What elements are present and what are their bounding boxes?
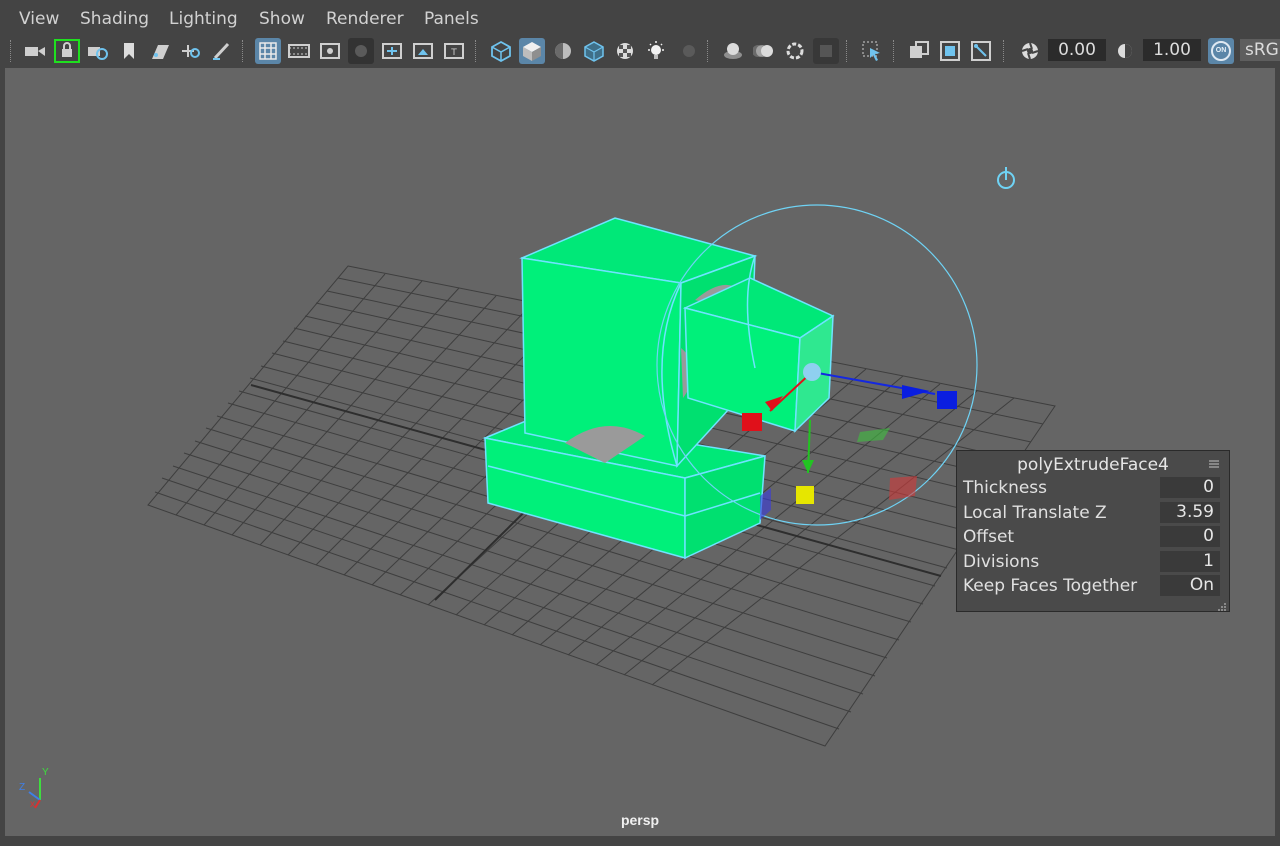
color-space-dropdown[interactable]: sRG xyxy=(1240,39,1280,61)
camera-name-label: persp xyxy=(620,812,660,828)
attribute-value-field[interactable]: 0 xyxy=(1160,477,1220,498)
resolution-gate-icon[interactable] xyxy=(317,38,343,64)
menu-shading[interactable]: Shading xyxy=(80,9,149,29)
menu-view[interactable]: View xyxy=(19,9,59,29)
bookmark-icon[interactable] xyxy=(116,38,142,64)
attribute-value-field[interactable]: 0 xyxy=(1160,526,1220,547)
color-management-icon[interactable]: ON xyxy=(1208,38,1234,64)
attribute-row-keep-faces-together: Keep Faces Together On xyxy=(963,574,1223,598)
camera-icon[interactable] xyxy=(22,38,48,64)
attribute-row-divisions: Divisions 1 xyxy=(963,550,1223,574)
attribute-row-offset: Offset 0 xyxy=(963,525,1223,549)
toolbar-separator xyxy=(475,40,478,62)
grid-icon[interactable] xyxy=(255,38,281,64)
2d-pan-zoom-icon[interactable] xyxy=(178,38,204,64)
film-gate-icon[interactable] xyxy=(286,38,312,64)
wireframe-icon[interactable] xyxy=(488,38,514,64)
attribute-value-field[interactable]: 3.59 xyxy=(1160,502,1220,523)
motion-blur-icon[interactable] xyxy=(751,38,777,64)
lock-camera-icon[interactable] xyxy=(54,38,80,64)
toolbar-separator xyxy=(10,40,13,62)
shadows-icon[interactable] xyxy=(674,38,700,64)
attribute-row-thickness: Thickness 0 xyxy=(963,476,1223,500)
use-all-lights-icon[interactable] xyxy=(643,38,669,64)
svg-text:T: T xyxy=(450,48,457,58)
xray-joints-icon[interactable] xyxy=(968,38,994,64)
textured-icon[interactable] xyxy=(612,38,638,64)
toolbar-separator xyxy=(846,40,849,62)
attribute-row-local-translate-z: Local Translate Z 3.59 xyxy=(963,501,1223,525)
resize-grip-icon[interactable] xyxy=(1217,599,1227,611)
screen-space-ao-icon[interactable] xyxy=(720,38,746,64)
grease-pencil-icon[interactable] xyxy=(208,38,234,64)
axis-z-label: Z xyxy=(19,782,25,793)
xray-icon[interactable] xyxy=(906,38,932,64)
attribute-label: Thickness xyxy=(963,478,1048,498)
menu-show[interactable]: Show xyxy=(259,9,305,29)
pivot-icon[interactable] xyxy=(997,167,1015,189)
in-view-editor: polyExtrudeFace4 Thickness 0 Local Trans… xyxy=(956,450,1230,612)
default-material-icon[interactable] xyxy=(550,38,576,64)
panel-menu-icon[interactable] xyxy=(1208,457,1220,469)
depth-of-field-icon[interactable] xyxy=(813,38,839,64)
attribute-label: Divisions xyxy=(963,552,1040,572)
menu-lighting[interactable]: Lighting xyxy=(169,9,238,29)
bottom-border xyxy=(0,836,1280,846)
menu-renderer[interactable]: Renderer xyxy=(326,9,404,29)
image-plane-icon[interactable] xyxy=(147,38,173,64)
gate-mask-icon[interactable] xyxy=(348,38,374,64)
axis-y-label: Y xyxy=(42,767,49,778)
panel-toolbar: T 0.00 1.00 ON sRG xyxy=(0,34,1280,68)
toolbar-separator xyxy=(242,40,245,62)
attribute-label: Local Translate Z xyxy=(963,503,1107,523)
camera-attributes-icon[interactable] xyxy=(85,38,111,64)
attribute-label: Keep Faces Together xyxy=(963,576,1138,596)
exposure-field[interactable]: 0.00 xyxy=(1048,39,1106,61)
menu-bar: View Shading Lighting Show Renderer Pane… xyxy=(0,0,1280,34)
safe-action-icon[interactable] xyxy=(410,38,436,64)
attribute-label: Offset xyxy=(963,527,1015,547)
gamma-icon[interactable] xyxy=(1112,38,1138,64)
multisample-aa-icon[interactable] xyxy=(782,38,808,64)
node-title: polyExtrudeFace4 xyxy=(1017,455,1169,475)
smooth-shade-icon[interactable] xyxy=(519,38,545,64)
toolbar-separator xyxy=(707,40,710,62)
isolate-select-icon[interactable] xyxy=(859,38,885,64)
field-chart-icon[interactable] xyxy=(379,38,405,64)
axis-x-label: x xyxy=(30,799,35,810)
toolbar-separator xyxy=(893,40,896,62)
color-management-badge: ON xyxy=(1211,41,1231,61)
attribute-value-field[interactable]: 1 xyxy=(1160,551,1220,572)
toolbar-separator xyxy=(1003,40,1006,62)
menu-panels[interactable]: Panels xyxy=(424,9,479,29)
gamma-field[interactable]: 1.00 xyxy=(1143,39,1201,61)
safe-title-icon[interactable]: T xyxy=(441,38,467,64)
exposure-icon[interactable] xyxy=(1017,38,1043,64)
wireframe-on-shaded-icon[interactable] xyxy=(581,38,607,64)
attribute-value-field[interactable]: On xyxy=(1160,575,1220,596)
xray-active-components-icon[interactable] xyxy=(937,38,963,64)
